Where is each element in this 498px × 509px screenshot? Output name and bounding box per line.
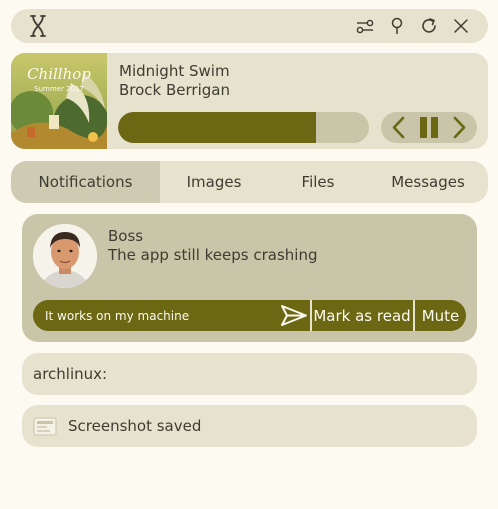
notification-card: Boss The app still keeps crashing Mark a… <box>22 214 477 342</box>
pin-icon[interactable] <box>387 16 407 36</box>
notification-sender: Boss <box>108 227 144 245</box>
mute-button[interactable]: Mute <box>415 300 466 331</box>
track-title: Midnight Swim <box>119 62 230 80</box>
media-player: Chillhop Summer 2017 Midnight Swim Brock… <box>11 53 488 149</box>
tab-images[interactable]: Images <box>160 161 268 203</box>
next-icon[interactable] <box>447 115 471 140</box>
tab-files[interactable]: Files <box>268 161 368 203</box>
sliders-icon[interactable] <box>355 16 375 36</box>
notification-title: archlinux: <box>33 365 108 383</box>
refresh-icon[interactable] <box>419 16 439 36</box>
pause-icon[interactable] <box>417 115 441 140</box>
album-art-title: Chillhop <box>27 65 91 83</box>
close-icon[interactable] <box>451 16 471 36</box>
send-icon[interactable] <box>279 303 309 328</box>
progress-fill <box>118 112 317 143</box>
reply-input[interactable] <box>33 300 275 331</box>
archlinux-notification[interactable]: archlinux: <box>22 353 477 395</box>
mark-as-read-button[interactable]: Mark as read <box>312 300 412 331</box>
notification-body: The app still keeps crashing <box>108 246 318 264</box>
avatar <box>33 224 97 288</box>
notification-actions: Mark as read Mute <box>33 300 466 331</box>
bracket-x-logo-icon[interactable] <box>29 14 47 38</box>
album-art: Chillhop Summer 2017 <box>11 53 107 149</box>
screenshot-thumbnail-icon <box>33 417 57 436</box>
screenshot-notification[interactable]: Screenshot saved <box>22 405 477 447</box>
progress-slider[interactable] <box>118 112 369 143</box>
tab-bar: Notifications Images Files Messages <box>11 161 488 203</box>
album-art-subtitle: Summer 2017 <box>34 85 84 93</box>
tab-notifications[interactable]: Notifications <box>11 161 160 203</box>
prev-icon[interactable] <box>387 115 411 140</box>
top-bar <box>11 9 488 43</box>
notification-title: Screenshot saved <box>68 417 202 435</box>
playback-controls <box>381 112 477 143</box>
track-artist: Brock Berrigan <box>119 81 230 99</box>
tab-messages[interactable]: Messages <box>368 161 488 203</box>
